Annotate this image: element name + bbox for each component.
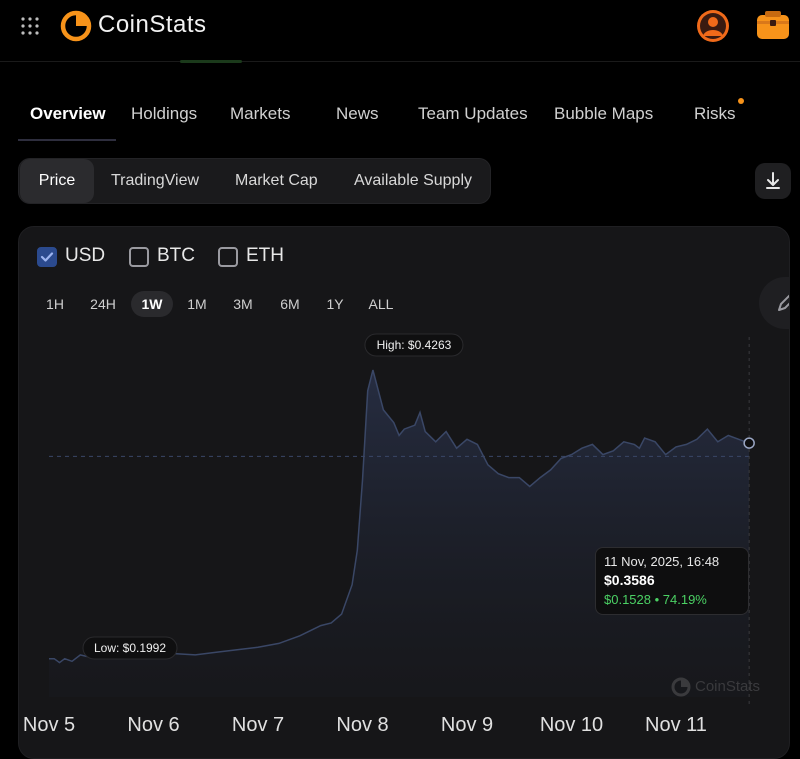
currency-usd-option[interactable]: USD <box>37 245 117 269</box>
check-icon <box>40 252 54 262</box>
range-24h[interactable]: 24H <box>83 291 123 317</box>
range-all[interactable]: ALL <box>361 291 401 317</box>
range-1y[interactable]: 1Y <box>319 291 351 317</box>
x-axis-label: Nov 8 <box>336 714 388 736</box>
download-button[interactable] <box>755 163 791 199</box>
coinstats-watermark-icon <box>671 677 691 697</box>
range-1h[interactable]: 1H <box>39 291 71 317</box>
x-axis-label: Nov 6 <box>127 714 179 736</box>
tab-holdings[interactable]: Holdings <box>131 104 197 124</box>
top-bar: CoinStats <box>0 0 800 63</box>
tooltip-price: $0.3586 <box>604 572 655 588</box>
chart-type-selector: Price TradingView Market Cap Available S… <box>18 158 491 204</box>
x-axis-label: Nov 11 <box>645 714 707 736</box>
price-tooltip: 11 Nov, 2025, 16:48 $0.3586 $0.1528 • 74… <box>595 547 749 615</box>
x-axis-label: Nov 10 <box>540 714 603 736</box>
currency-btc-option[interactable]: BTC <box>129 245 209 269</box>
coinstats-logo-icon[interactable] <box>60 10 92 42</box>
active-tab-indicator <box>18 139 116 141</box>
tab-risks[interactable]: Risks <box>694 104 736 124</box>
price-chart-card: Nov 5 Nov 6 Nov 7 Nov 8 Nov 9 Nov 10 Nov 11 Hig… <box>18 226 790 759</box>
x-axis-label: Nov 5 <box>23 714 75 736</box>
chart-watermark: CoinStats <box>669 675 779 699</box>
tooltip-change: $0.1528 • 74.19% <box>604 592 707 607</box>
apps-grid-icon[interactable] <box>20 16 40 36</box>
tab-team-updates[interactable]: Team Updates <box>418 104 528 124</box>
range-1m[interactable]: 1M <box>181 291 213 317</box>
main-tabs: Overview Holdings Markets News Team Upda… <box>18 95 800 141</box>
eth-label: ETH <box>246 245 284 266</box>
btc-label: BTC <box>157 245 195 266</box>
range-6m[interactable]: 6M <box>273 291 307 317</box>
tab-bubble-maps[interactable]: Bubble Maps <box>554 104 653 124</box>
edit-chart-button[interactable] <box>759 277 789 329</box>
download-icon <box>766 172 780 189</box>
currency-eth-option[interactable]: ETH <box>218 245 298 269</box>
low-price-label: Low: $0.1992 <box>94 641 166 655</box>
pencil-icon <box>778 294 789 311</box>
eth-checkbox[interactable] <box>218 247 238 267</box>
wallet-icon[interactable] <box>755 8 791 44</box>
brand-name: CoinStats <box>98 11 207 38</box>
current-price-marker <box>743 437 755 449</box>
usd-label: USD <box>65 245 106 266</box>
chart-tab-tradingview[interactable]: TradingView <box>111 159 199 203</box>
user-avatar-icon[interactable] <box>695 8 731 44</box>
x-axis-label: Nov 9 <box>441 714 493 736</box>
top-accent-bar <box>180 60 242 63</box>
usd-checkbox[interactable] <box>37 247 57 267</box>
tab-overview[interactable]: Overview <box>30 104 106 124</box>
chart-tab-available-supply[interactable]: Available Supply <box>354 159 472 203</box>
x-axis-label: Nov 7 <box>232 714 284 736</box>
watermark-text: CoinStats <box>695 678 761 695</box>
tooltip-date: 11 Nov, 2025, 16:48 <box>604 554 720 569</box>
risks-notification-badge <box>738 98 744 104</box>
range-3m[interactable]: 3M <box>225 291 261 317</box>
chart-tab-price[interactable]: Price <box>20 159 94 203</box>
high-price-label: High: $0.4263 <box>377 338 452 352</box>
range-1w[interactable]: 1W <box>131 291 173 317</box>
tab-markets[interactable]: Markets <box>230 104 290 124</box>
tab-news[interactable]: News <box>336 104 379 124</box>
btc-checkbox[interactable] <box>129 247 149 267</box>
chart-tab-market-cap[interactable]: Market Cap <box>235 159 318 203</box>
